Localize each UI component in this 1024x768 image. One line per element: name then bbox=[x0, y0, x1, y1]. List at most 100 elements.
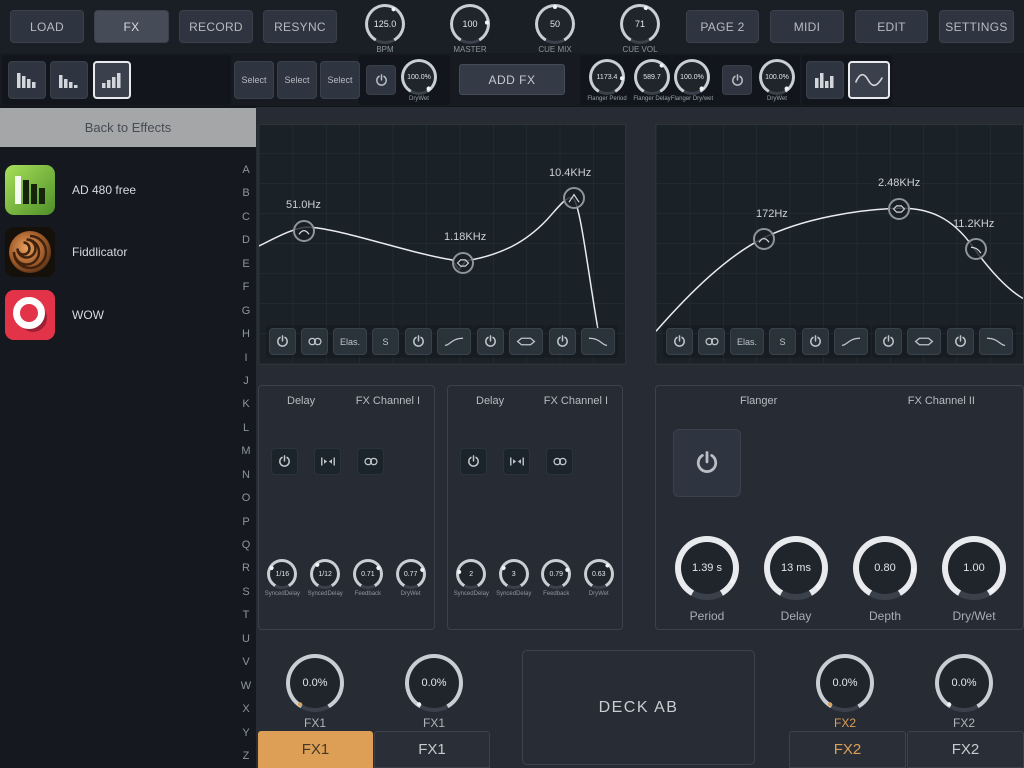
highpass-power-button[interactable] bbox=[802, 328, 829, 355]
fx2-power-button[interactable] bbox=[722, 65, 752, 95]
solo-button[interactable]: S bbox=[769, 328, 796, 355]
drywet-knob[interactable]: 0.77 DryWet bbox=[391, 559, 431, 597]
delay-power-button[interactable] bbox=[271, 448, 298, 475]
fx1-power-button[interactable] bbox=[366, 65, 396, 95]
effect-item-ad480[interactable]: AD 480 free bbox=[4, 162, 252, 218]
synced-delay-knob-1[interactable]: 2 SyncedDelay bbox=[451, 559, 491, 597]
notch-power-button[interactable] bbox=[875, 328, 902, 355]
midi-button[interactable]: MIDI bbox=[770, 10, 844, 43]
select-button-3[interactable]: Select bbox=[320, 61, 360, 99]
effect-item-fiddlicator[interactable]: Fiddlicator bbox=[4, 224, 252, 280]
alphabet-letter-x[interactable]: X bbox=[242, 703, 249, 715]
eq-node-handle-low[interactable] bbox=[753, 228, 775, 250]
fx1-tab-a[interactable]: FX1 bbox=[258, 731, 373, 768]
alphabet-letter-l[interactable]: L bbox=[243, 422, 249, 434]
delay-power-button[interactable] bbox=[460, 448, 487, 475]
record-button[interactable]: RECORD bbox=[179, 10, 253, 43]
eq-link-button[interactable] bbox=[698, 328, 725, 355]
alphabet-letter-p[interactable]: P bbox=[242, 516, 249, 528]
elastique-button[interactable]: Elas. bbox=[333, 328, 367, 355]
deck-ab-button[interactable]: DECK AB bbox=[522, 650, 755, 765]
cue-vol-knob[interactable]: 71 CUE VOL bbox=[620, 4, 660, 54]
eq-node-handle-high[interactable] bbox=[965, 238, 987, 260]
lowpass-power-button[interactable] bbox=[947, 328, 974, 355]
flanger-delay-knob[interactable]: 13 ms Delay bbox=[764, 536, 828, 623]
synced-delay-knob-1[interactable]: 1/16 SyncedDelay bbox=[262, 559, 302, 597]
alphabet-letter-a[interactable]: A bbox=[242, 164, 249, 176]
fx2-amount-knob-a[interactable]: 0.0% FX2 bbox=[816, 654, 874, 730]
alphabet-letter-r[interactable]: R bbox=[242, 562, 250, 574]
alphabet-letter-s[interactable]: S bbox=[242, 586, 249, 598]
drywet-knob-2[interactable]: 100.0% DryWet bbox=[759, 59, 795, 102]
fx-button[interactable]: FX bbox=[94, 10, 169, 43]
drywet-knob[interactable]: 0.63 DryWet bbox=[579, 559, 619, 597]
alphabet-letter-n[interactable]: N bbox=[242, 469, 250, 481]
alphabet-letter-q[interactable]: Q bbox=[242, 539, 251, 551]
notch-filter-button[interactable] bbox=[907, 328, 941, 355]
fx2-tab-b[interactable]: FX2 bbox=[907, 731, 1024, 768]
eq-node-handle-mid[interactable] bbox=[888, 198, 910, 220]
alphabet-letter-b[interactable]: B bbox=[242, 187, 249, 199]
eq-view-1-button[interactable] bbox=[8, 61, 46, 99]
lowpass-filter-button[interactable] bbox=[581, 328, 615, 355]
beat-nudge-button[interactable] bbox=[503, 448, 530, 475]
eq-node-handle-high[interactable] bbox=[563, 187, 585, 209]
synced-delay-knob-2[interactable]: 3 SyncedDelay bbox=[494, 559, 534, 597]
flanger-period-knob[interactable]: 1173.4 Flanger Period bbox=[589, 59, 625, 102]
delay-link-button[interactable] bbox=[357, 448, 384, 475]
highpass-filter-button[interactable] bbox=[437, 328, 471, 355]
eq-node-handle-mid[interactable] bbox=[452, 252, 474, 274]
flanger-power-button[interactable] bbox=[673, 429, 741, 497]
drywet-knob-1[interactable]: 100.0% DryWet bbox=[401, 59, 437, 102]
fx2-tab-a[interactable]: FX2 bbox=[789, 731, 906, 768]
alphabet-letter-v[interactable]: V bbox=[242, 656, 249, 668]
beat-nudge-button[interactable] bbox=[314, 448, 341, 475]
bpm-knob[interactable]: 125.0 BPM bbox=[365, 4, 405, 54]
alphabet-letter-g[interactable]: G bbox=[242, 305, 251, 317]
alphabet-letter-i[interactable]: I bbox=[244, 352, 247, 364]
feedback-knob[interactable]: 0.79 Feedback bbox=[536, 559, 576, 597]
flanger-drywet-knob[interactable]: 100.0% Flanger Dry/wet bbox=[674, 59, 710, 102]
alphabet-letter-e[interactable]: E bbox=[242, 258, 249, 270]
elastique-button[interactable]: Elas. bbox=[730, 328, 764, 355]
eq-node-handle-low[interactable] bbox=[293, 220, 315, 242]
alphabet-letter-o[interactable]: O bbox=[242, 492, 251, 504]
effect-item-wow[interactable]: WOW bbox=[4, 287, 252, 343]
fx1-tab-b[interactable]: FX1 bbox=[374, 731, 490, 768]
select-button-2[interactable]: Select bbox=[277, 61, 317, 99]
delay-link-button[interactable] bbox=[546, 448, 573, 475]
notch-filter-button[interactable] bbox=[509, 328, 543, 355]
synced-delay-knob-2[interactable]: 1/12 SyncedDelay bbox=[305, 559, 345, 597]
alphabet-letter-c[interactable]: C bbox=[242, 211, 250, 223]
resync-button[interactable]: RESYNC bbox=[263, 10, 337, 43]
eq-link-button[interactable] bbox=[301, 328, 328, 355]
eq-power-button[interactable] bbox=[666, 328, 693, 355]
alphabet-letter-m[interactable]: M bbox=[241, 445, 250, 457]
eq-view-3-button[interactable] bbox=[93, 61, 131, 99]
eq-view-2-button[interactable] bbox=[50, 61, 88, 99]
page2-button[interactable]: PAGE 2 bbox=[686, 10, 759, 43]
highpass-filter-button[interactable] bbox=[834, 328, 868, 355]
sine-view-button[interactable] bbox=[848, 61, 890, 99]
alphabet-letter-d[interactable]: D bbox=[242, 234, 250, 246]
alphabet-letter-t[interactable]: T bbox=[243, 609, 250, 621]
solo-button[interactable]: S bbox=[372, 328, 399, 355]
add-fx-button[interactable]: ADD FX bbox=[459, 64, 565, 95]
back-to-effects-button[interactable]: Back to Effects bbox=[0, 108, 256, 147]
select-button-1[interactable]: Select bbox=[234, 61, 274, 99]
flanger-drywet-knob[interactable]: 1.00 Dry/Wet bbox=[942, 536, 1006, 623]
lowpass-filter-button[interactable] bbox=[979, 328, 1013, 355]
alphabet-letter-w[interactable]: W bbox=[241, 680, 251, 692]
alphabet-letter-j[interactable]: J bbox=[243, 375, 249, 387]
alphabet-letter-y[interactable]: Y bbox=[242, 727, 249, 739]
flanger-period-knob[interactable]: 1.39 s Period bbox=[675, 536, 739, 623]
fx2-amount-knob-b[interactable]: 0.0% FX2 bbox=[935, 654, 993, 730]
lowpass-power-button[interactable] bbox=[549, 328, 576, 355]
settings-button[interactable]: SETTINGS bbox=[939, 10, 1014, 43]
alphabet-letter-k[interactable]: K bbox=[242, 398, 249, 410]
eq-power-button[interactable] bbox=[269, 328, 296, 355]
fx1-amount-knob-a[interactable]: 0.0% FX1 bbox=[286, 654, 344, 730]
alphabet-letter-u[interactable]: U bbox=[242, 633, 250, 645]
flanger-depth-knob[interactable]: 0.80 Depth bbox=[853, 536, 917, 623]
alphabet-letter-z[interactable]: Z bbox=[243, 750, 250, 762]
